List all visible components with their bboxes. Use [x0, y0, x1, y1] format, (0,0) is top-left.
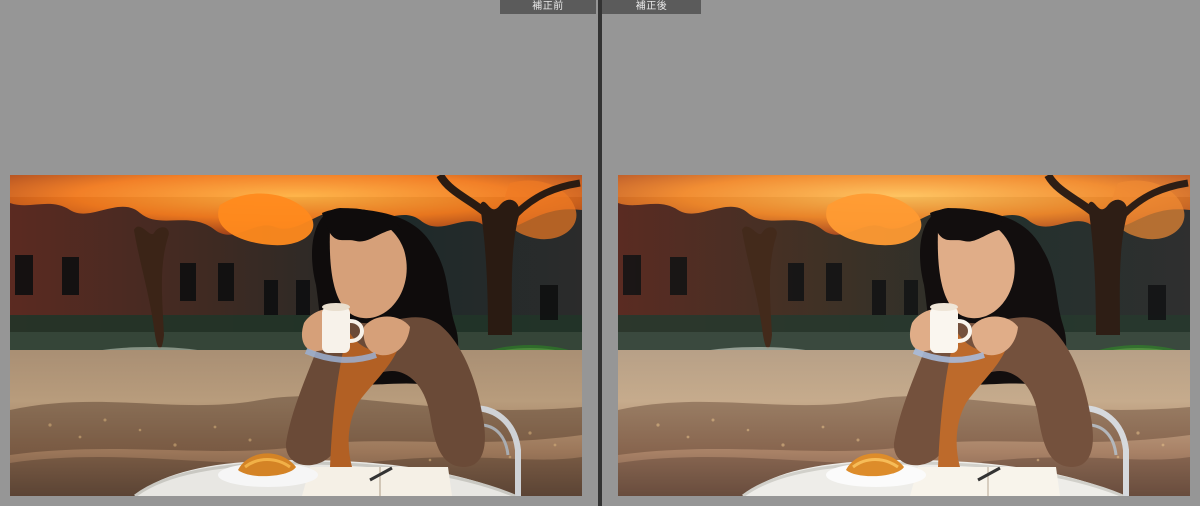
before-photo	[10, 175, 582, 496]
before-label: 補正前	[500, 0, 596, 14]
after-photo	[618, 175, 1190, 496]
before-after-viewer: 補正前 補正後	[0, 0, 1200, 506]
after-label: 補正後	[602, 0, 701, 14]
before-pane: 補正前	[0, 0, 598, 506]
after-pane: 補正後	[602, 0, 1200, 506]
